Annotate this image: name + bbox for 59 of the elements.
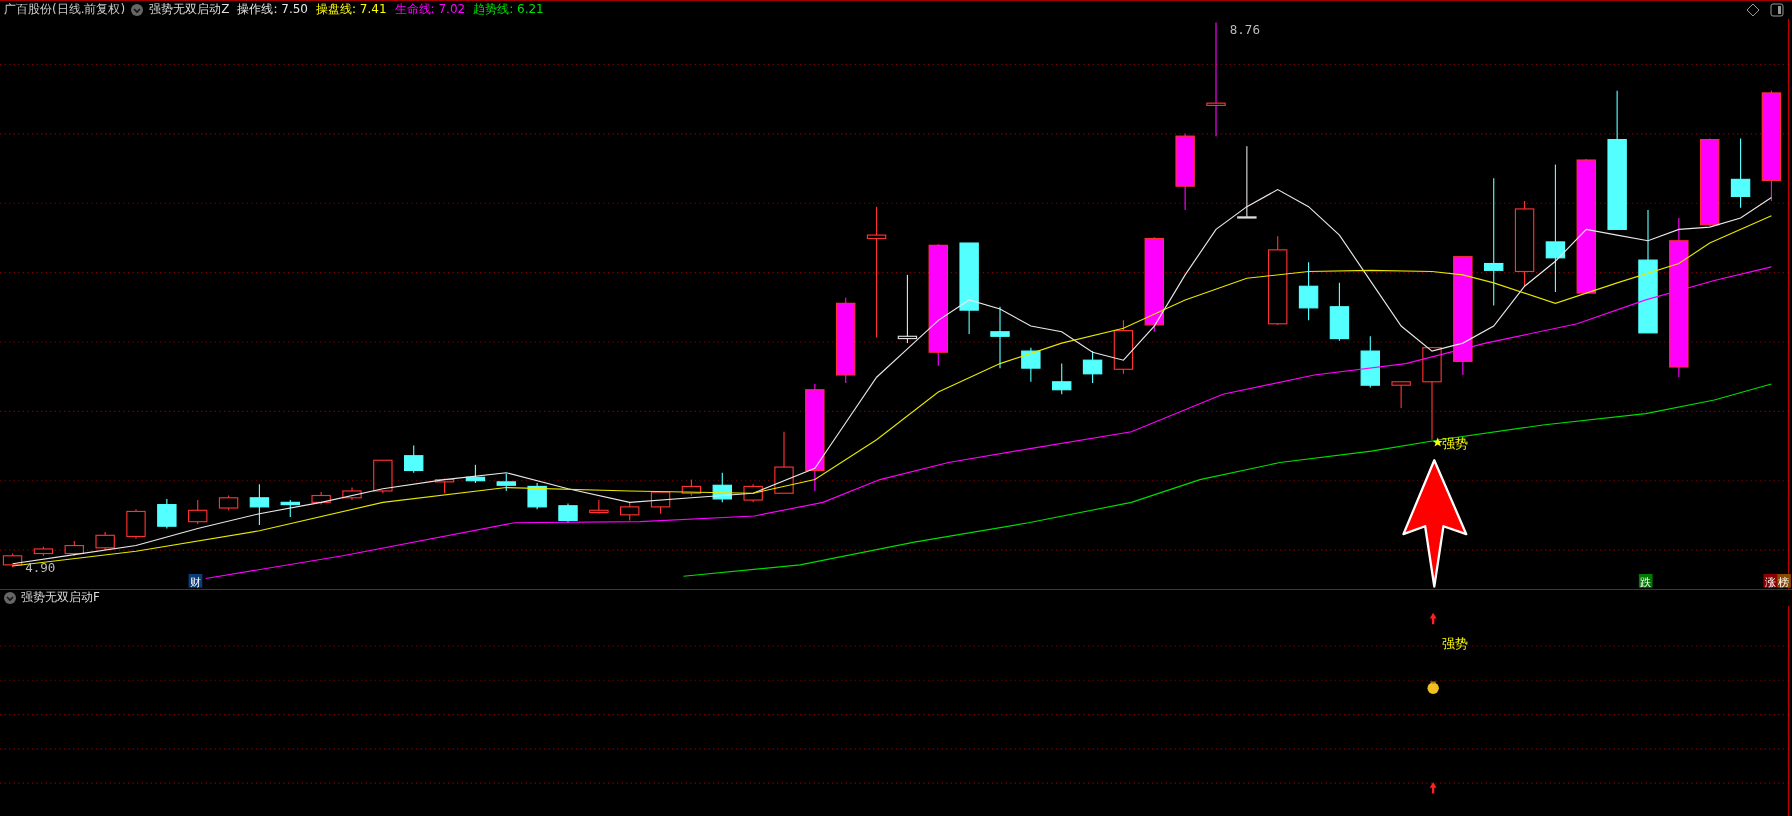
candlestick (1329, 282, 1350, 342)
signal-label: 强势 (1442, 435, 1469, 451)
candlestick (1730, 137, 1751, 209)
indicator-value: 操盘线: 7.41 (316, 1, 387, 19)
candlestick (774, 431, 794, 494)
candlestick (33, 546, 54, 557)
candlestick (188, 499, 208, 525)
candlestick (527, 482, 547, 510)
up-arrow-icon (1402, 459, 1468, 588)
candlestick (342, 486, 362, 501)
candlestick (1391, 381, 1411, 409)
candlestick (650, 490, 671, 515)
star-icon (1432, 437, 1443, 447)
candlestick (1082, 350, 1103, 384)
high-price-label: 8.76 (1229, 21, 1260, 37)
indicator-value: 操作线: 7.50 (237, 1, 308, 19)
indicator-name: 强势无双启动Z (149, 1, 230, 19)
signal-label: 强势 (1442, 636, 1469, 651)
candlestick (712, 472, 732, 503)
candlestick (620, 501, 640, 522)
candlestick (311, 491, 331, 506)
candlestick (64, 540, 84, 557)
candlestick (1113, 319, 1134, 375)
low-price-label: 4.90 (25, 559, 56, 575)
candlestick (1052, 362, 1072, 395)
money-bag-icon (1427, 681, 1439, 694)
candlestick (249, 483, 270, 526)
collapse-icon[interactable] (131, 3, 144, 16)
candlestick (1021, 347, 1041, 383)
candlestick (404, 444, 424, 474)
indicator-value: 生命线: 7.02 (394, 1, 466, 19)
candlestick (897, 274, 918, 344)
candlestick (1298, 261, 1319, 321)
candlestick (465, 464, 486, 484)
diamond-icon[interactable] (1746, 2, 1760, 17)
candlestick (280, 499, 300, 518)
arrow-icon (1429, 781, 1437, 794)
candlestick (589, 499, 609, 515)
candlestick (558, 502, 578, 524)
signal-tag: 财 (188, 573, 203, 589)
indicator-name: 强势无双启动F (21, 589, 100, 607)
candlestick (990, 306, 1010, 369)
candlestick (126, 508, 146, 540)
signal-tag: 涨 (1763, 573, 1778, 589)
candlestick (373, 459, 393, 494)
candlestick (1360, 335, 1380, 388)
candlestick (157, 498, 177, 529)
collapse-icon[interactable] (4, 591, 16, 604)
candlestick (95, 531, 115, 551)
candlestick (681, 478, 702, 497)
candlestick (496, 473, 516, 492)
arrow-icon (1429, 612, 1437, 624)
signal-tag: 榜 (1777, 573, 1791, 589)
stock-title: 广百股份(日线.前复权) (4, 1, 126, 19)
indicator-value: 趋势线: 6.21 (473, 1, 544, 19)
panel-toggle-icon[interactable] (1770, 2, 1784, 17)
candlestick (434, 477, 455, 494)
candlestick (218, 494, 239, 511)
signal-tag: 跌 (1638, 573, 1653, 589)
